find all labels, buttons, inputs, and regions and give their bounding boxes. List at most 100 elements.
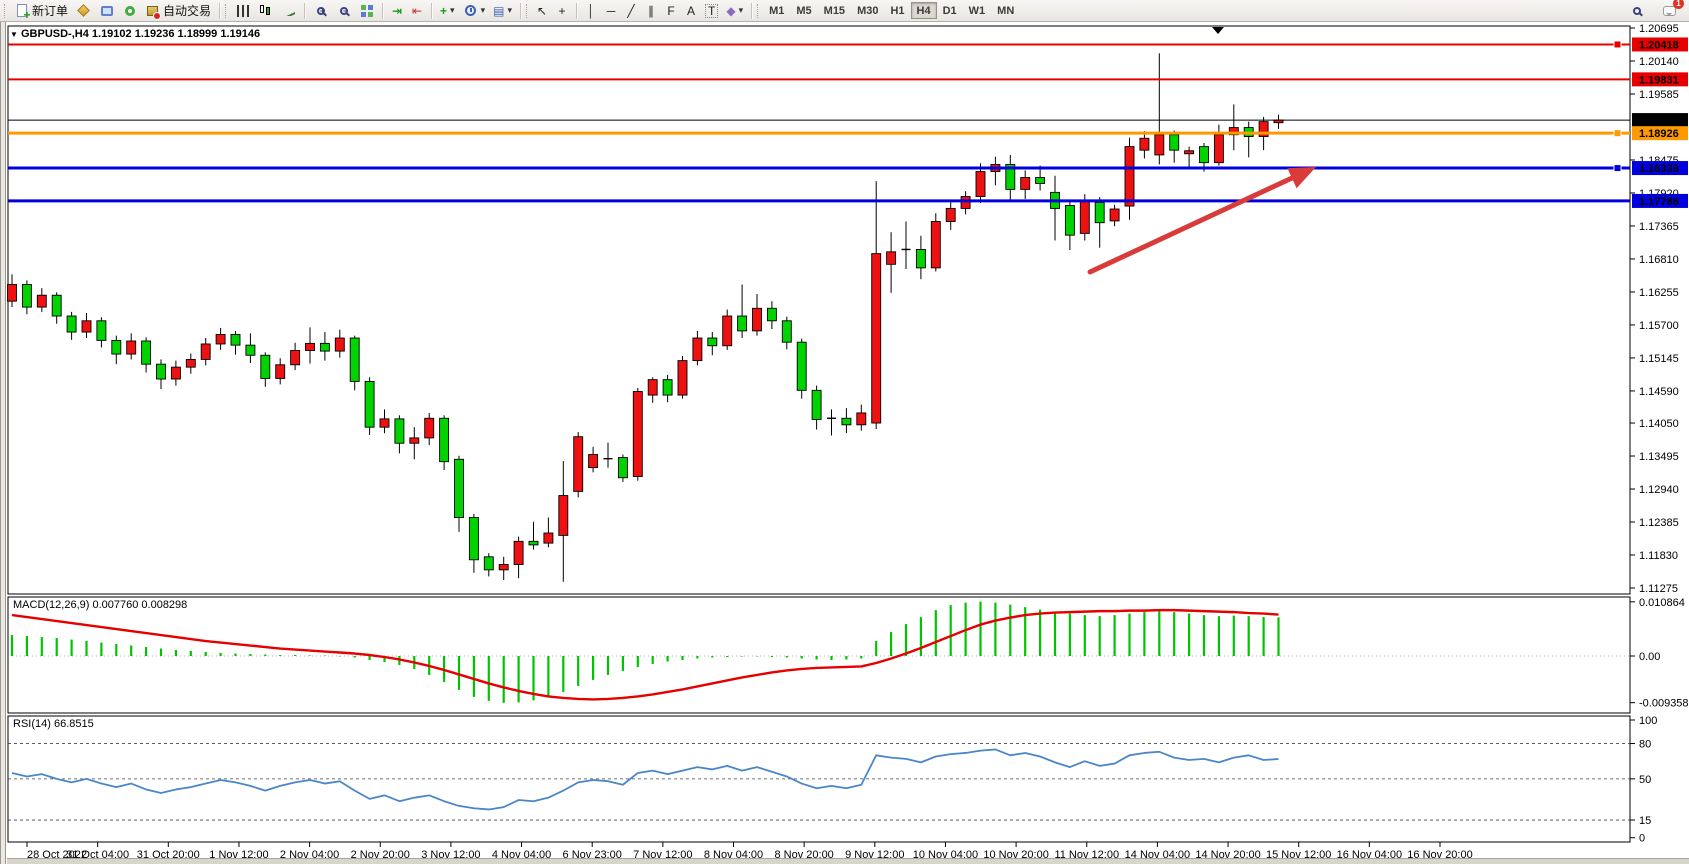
- periods-button[interactable]: ▾: [459, 1, 490, 20]
- bull-candle[interactable]: [1080, 201, 1089, 234]
- bull-candle[interactable]: [857, 413, 866, 425]
- bull-candle[interactable]: [1155, 135, 1164, 155]
- tile-windows-button[interactable]: [355, 1, 378, 20]
- bull-candle[interactable]: [82, 321, 91, 332]
- bar-chart-button[interactable]: [231, 1, 254, 20]
- vertical-line-button[interactable]: │: [581, 1, 601, 20]
- bull-candle[interactable]: [648, 380, 657, 395]
- price-scale[interactable]: 1.206951.201401.195851.184751.179201.173…: [1630, 23, 1689, 845]
- bull-candle[interactable]: [872, 254, 881, 423]
- bear-candle[interactable]: [246, 345, 255, 355]
- bull-candle[interactable]: [335, 338, 344, 351]
- bull-candle[interactable]: [976, 172, 985, 197]
- bear-candle[interactable]: [708, 338, 717, 346]
- tf-m30-button[interactable]: M30: [851, 2, 884, 19]
- search-button[interactable]: [1625, 1, 1648, 20]
- bull-candle[interactable]: [1140, 138, 1149, 150]
- trendline-button[interactable]: ╱: [621, 1, 641, 20]
- bear-candle[interactable]: [320, 343, 329, 351]
- bear-candle[interactable]: [67, 316, 76, 332]
- bear-candle[interactable]: [842, 418, 851, 425]
- chart-canvas[interactable]: 1.206951.201401.195851.184751.179201.173…: [0, 22, 1689, 864]
- level-endpoint-marker[interactable]: [1614, 165, 1621, 172]
- bull-candle[interactable]: [633, 392, 642, 477]
- chart-shift-button[interactable]: ⇤: [407, 1, 427, 20]
- fibonacci-button[interactable]: F: [661, 1, 681, 20]
- signals-button[interactable]: [118, 1, 141, 20]
- tf-m5-button[interactable]: M5: [790, 2, 817, 19]
- bear-candle[interactable]: [738, 316, 747, 331]
- text-label-button[interactable]: T: [701, 1, 722, 20]
- bull-candle[interactable]: [1110, 209, 1119, 221]
- bear-candle[interactable]: [365, 381, 374, 427]
- bull-candle[interactable]: [380, 419, 389, 427]
- templates-button[interactable]: ▤▾: [489, 1, 516, 20]
- bull-candle[interactable]: [946, 208, 955, 221]
- bear-candle[interactable]: [469, 518, 478, 560]
- new-order-button[interactable]: 新订单: [10, 1, 72, 20]
- tf-mn-button[interactable]: MN: [991, 2, 1020, 19]
- zoom-out-button[interactable]: −: [332, 1, 355, 20]
- toolbar-grip[interactable]: [4, 4, 7, 18]
- new-chart-button[interactable]: +▾: [436, 1, 459, 20]
- toolbar-grip[interactable]: [757, 4, 760, 18]
- bull-candle[interactable]: [574, 437, 583, 492]
- bull-candle[interactable]: [216, 334, 225, 344]
- horizontal-line-button[interactable]: ─: [601, 1, 621, 20]
- tf-m1-button[interactable]: M1: [763, 2, 790, 19]
- tf-d1-button[interactable]: D1: [937, 2, 963, 19]
- bear-candle[interactable]: [350, 338, 359, 381]
- arrows-button[interactable]: ◆▾: [722, 1, 747, 20]
- tf-h1-button[interactable]: H1: [884, 2, 910, 19]
- bull-candle[interactable]: [589, 455, 598, 468]
- bear-candle[interactable]: [455, 459, 464, 517]
- bear-candle[interactable]: [97, 321, 106, 341]
- bear-candle[interactable]: [1036, 178, 1045, 184]
- bull-candle[interactable]: [499, 565, 508, 570]
- text-button[interactable]: A: [681, 1, 701, 20]
- bear-candle[interactable]: [782, 321, 791, 342]
- bear-candle[interactable]: [1095, 202, 1104, 222]
- bear-candle[interactable]: [22, 285, 31, 308]
- bull-candle[interactable]: [753, 308, 762, 331]
- bull-candle[interactable]: [171, 367, 180, 379]
- bull-candle[interactable]: [559, 496, 568, 536]
- zoom-in-button[interactable]: +: [309, 1, 332, 20]
- bull-candle[interactable]: [1185, 151, 1194, 154]
- bear-candle[interactable]: [261, 355, 270, 378]
- bear-candle[interactable]: [157, 364, 166, 379]
- bull-candle[interactable]: [291, 351, 300, 365]
- bull-candle[interactable]: [1214, 135, 1223, 163]
- bull-candle[interactable]: [887, 252, 896, 264]
- bear-candle[interactable]: [812, 390, 821, 419]
- toolbar-grip[interactable]: [225, 4, 228, 18]
- bull-candle[interactable]: [425, 418, 434, 438]
- bull-candle[interactable]: [693, 338, 702, 361]
- equidistant-channel-button[interactable]: ∥: [641, 1, 661, 20]
- bull-candle[interactable]: [961, 197, 970, 209]
- bear-candle[interactable]: [1170, 135, 1179, 150]
- bull-candle[interactable]: [186, 359, 195, 367]
- bear-candle[interactable]: [395, 419, 404, 443]
- tf-w1-button[interactable]: W1: [963, 2, 992, 19]
- bear-candle[interactable]: [529, 541, 538, 545]
- toolbar-grip[interactable]: [526, 4, 529, 18]
- candlestick-chart-button[interactable]: [254, 1, 277, 20]
- bear-candle[interactable]: [112, 340, 121, 354]
- bull-candle[interactable]: [678, 361, 687, 395]
- symbol-dropdown-icon[interactable]: ▼: [10, 30, 18, 39]
- navigator-button[interactable]: [95, 1, 118, 20]
- bear-candle[interactable]: [440, 418, 449, 461]
- bear-candle[interactable]: [52, 295, 61, 316]
- bear-candle[interactable]: [767, 308, 776, 320]
- cursor-button[interactable]: ↖: [532, 1, 552, 20]
- bull-candle[interactable]: [306, 343, 315, 350]
- level-endpoint-marker[interactable]: [1614, 130, 1621, 137]
- bull-candle[interactable]: [8, 285, 17, 302]
- bull-candle[interactable]: [37, 295, 46, 307]
- auto-scroll-button[interactable]: ⇥: [387, 1, 407, 20]
- bull-candle[interactable]: [1125, 147, 1134, 206]
- bear-candle[interactable]: [1065, 205, 1074, 235]
- bear-candle[interactable]: [797, 342, 806, 390]
- bull-candle[interactable]: [544, 533, 553, 543]
